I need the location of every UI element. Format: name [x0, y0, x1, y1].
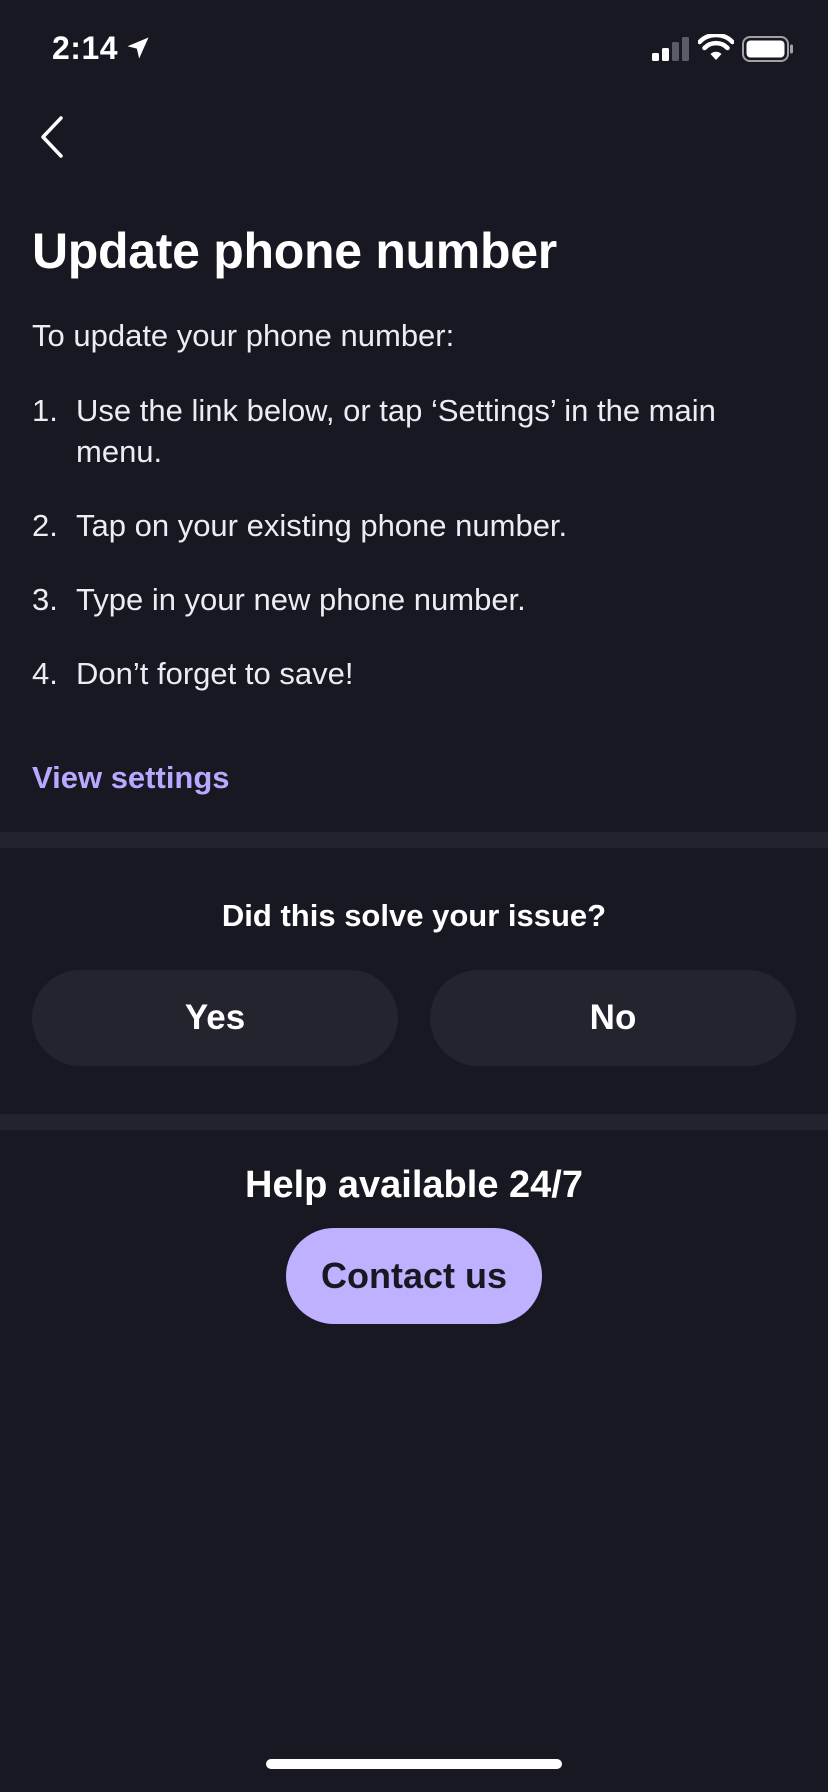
steps-list: 1. Use the link below, or tap ‘Settings’… [32, 390, 732, 727]
section-divider [0, 1114, 828, 1130]
step-text: Don’t forget to save! [76, 656, 354, 691]
list-item: 3. Type in your new phone number. [32, 579, 732, 620]
step-text: Type in your new phone number. [76, 582, 526, 617]
step-text: Tap on your existing phone number. [76, 508, 568, 543]
status-time: 2:14 [52, 30, 119, 66]
view-settings-link[interactable]: View settings [32, 760, 230, 796]
battery-icon [742, 36, 793, 62]
wifi-icon [698, 34, 734, 60]
feedback-question: Did this solve your issue? [221, 898, 607, 933]
no-button[interactable]: No [430, 970, 796, 1066]
intro-text: To update your phone number: [32, 318, 455, 353]
chevron-left-icon [41, 116, 63, 158]
section-divider [0, 832, 828, 848]
list-item: 2. Tap on your existing phone number. [32, 505, 732, 546]
contact-us-button[interactable]: Contact us [286, 1228, 542, 1324]
back-button[interactable] [22, 112, 82, 162]
signal-icon [652, 37, 689, 61]
step-number: 4. [32, 656, 58, 691]
step-number: 1. [32, 393, 58, 428]
step-number: 3. [32, 582, 58, 617]
status-bar: 2:14 [0, 0, 828, 100]
screen: 2:14 Update phone number To update your … [0, 0, 828, 1792]
page-title: Update phone number [32, 223, 557, 279]
home-indicator [266, 1759, 562, 1769]
location-arrow-icon [127, 37, 149, 59]
yes-button[interactable]: Yes [32, 970, 398, 1066]
help-title: Help available 24/7 [245, 1164, 583, 1206]
step-number: 2. [32, 508, 58, 543]
step-text: Use the link below, or tap ‘Settings’ in… [76, 393, 716, 469]
list-item: 4. Don’t forget to save! [32, 653, 732, 694]
list-item: 1. Use the link below, or tap ‘Settings’… [32, 390, 732, 472]
